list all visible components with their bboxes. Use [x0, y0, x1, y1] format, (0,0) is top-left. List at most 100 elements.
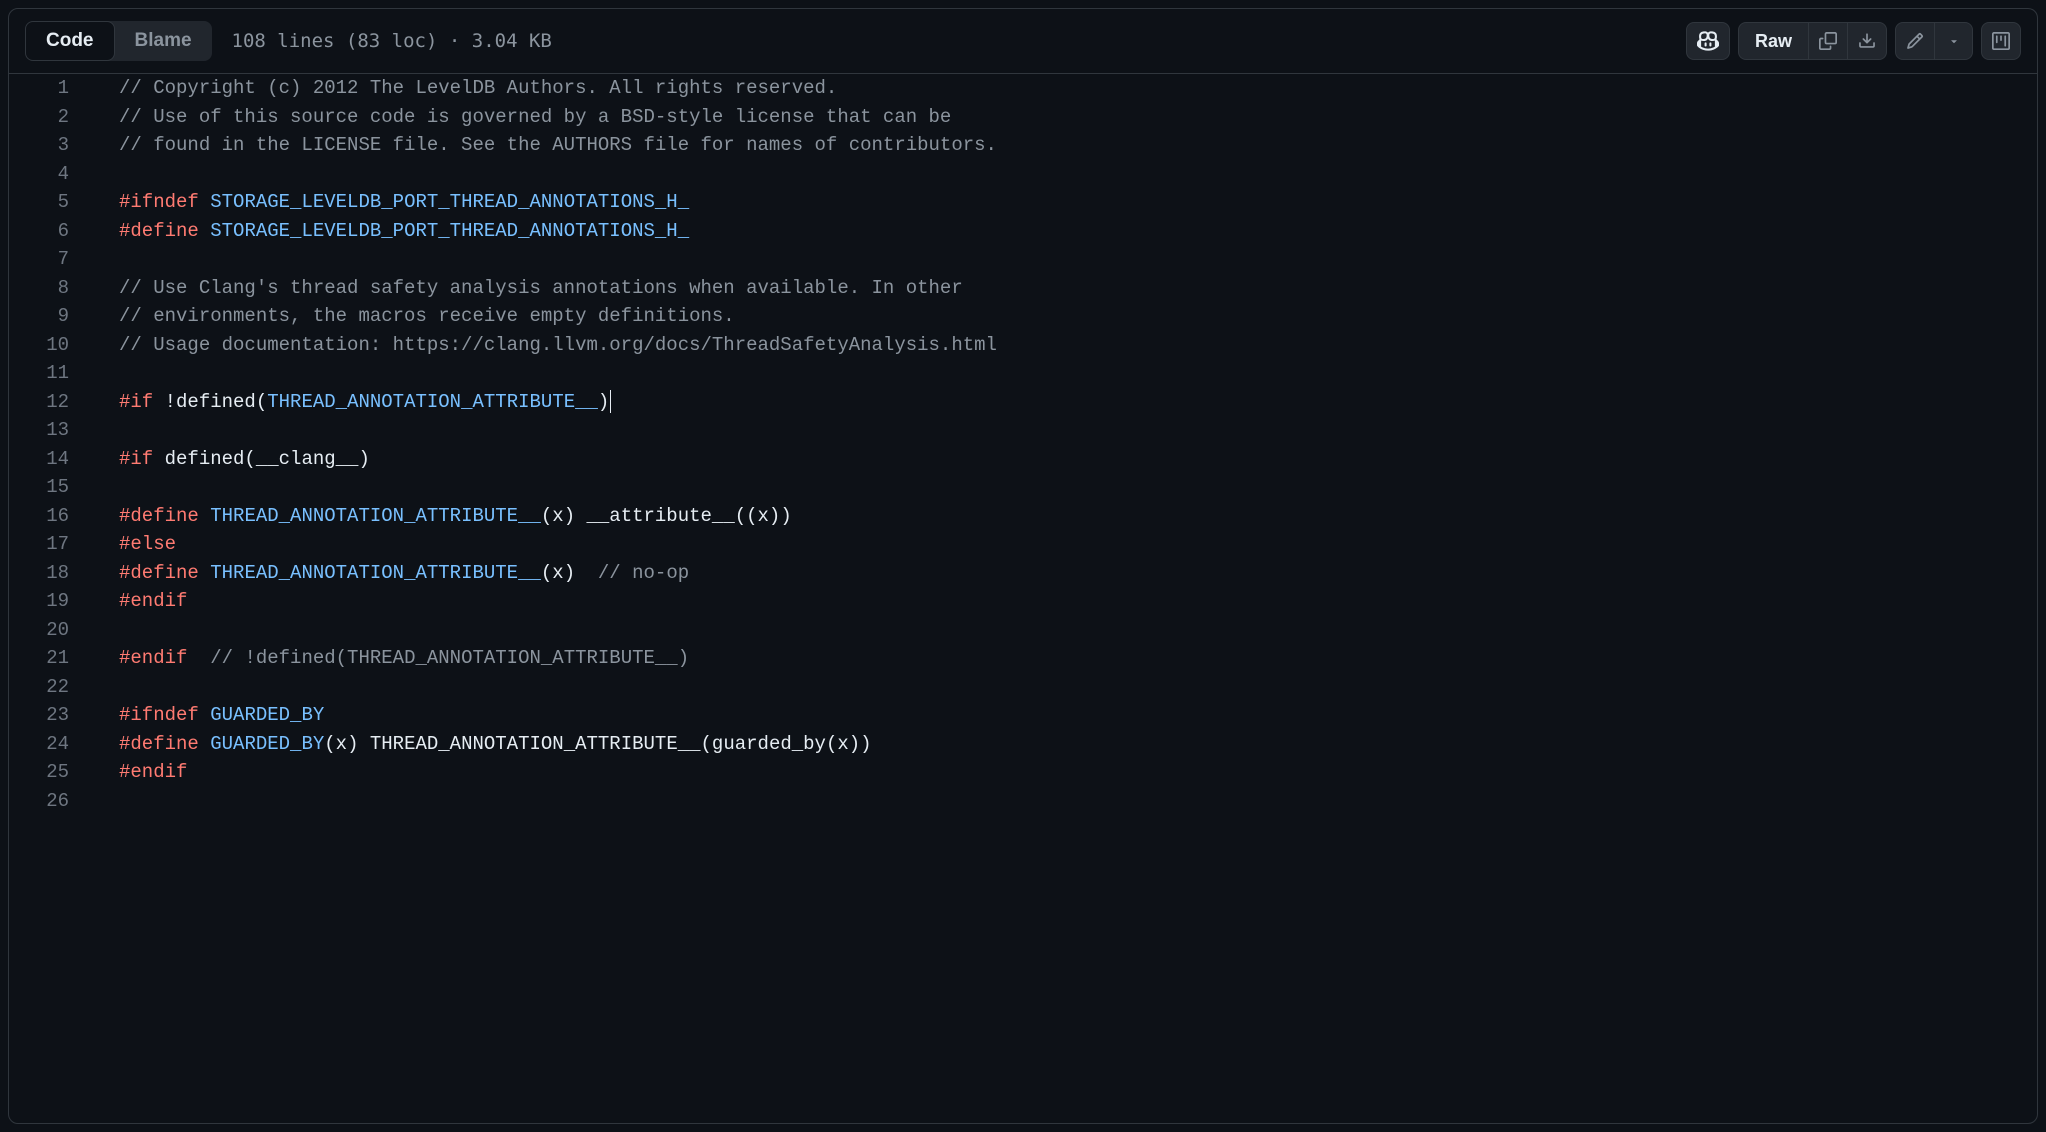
line-number[interactable]: 19 [9, 587, 99, 616]
code-content[interactable]: 1// Copyright (c) 2012 The LevelDB Autho… [9, 74, 2037, 1123]
code-line[interactable]: 8// Use Clang's thread safety analysis a… [9, 274, 2037, 303]
line-content [99, 245, 119, 274]
line-number[interactable]: 10 [9, 331, 99, 360]
symbols-button[interactable] [1981, 22, 2021, 60]
line-content: #define GUARDED_BY(x) THREAD_ANNOTATION_… [99, 730, 872, 759]
line-content [99, 673, 119, 702]
line-content: #endif [99, 758, 187, 787]
code-line[interactable]: 15 [9, 473, 2037, 502]
code-line[interactable]: 7 [9, 245, 2037, 274]
file-info-text: 108 lines (83 loc) · 3.04 KB [232, 30, 552, 52]
code-line[interactable]: 11 [9, 359, 2037, 388]
code-line[interactable]: 9// environments, the macros receive emp… [9, 302, 2037, 331]
code-line[interactable]: 5#ifndef STORAGE_LEVELDB_PORT_THREAD_ANN… [9, 188, 2037, 217]
line-number[interactable]: 24 [9, 730, 99, 759]
edit-dropdown-button[interactable] [1935, 22, 1973, 60]
code-line[interactable]: 22 [9, 673, 2037, 702]
line-content: #endif [99, 587, 187, 616]
line-number[interactable]: 9 [9, 302, 99, 331]
line-content: #else [99, 530, 176, 559]
copy-icon [1819, 32, 1837, 50]
line-number[interactable]: 20 [9, 616, 99, 645]
line-number[interactable]: 4 [9, 160, 99, 189]
line-number[interactable]: 8 [9, 274, 99, 303]
line-number[interactable]: 21 [9, 644, 99, 673]
copilot-icon [1697, 30, 1719, 52]
line-content: // Usage documentation: https://clang.ll… [99, 331, 997, 360]
code-line[interactable]: 26 [9, 787, 2037, 816]
code-line[interactable]: 21#endif // !defined(THREAD_ANNOTATION_A… [9, 644, 2037, 673]
line-content: // Use of this source code is governed b… [99, 103, 951, 132]
line-number[interactable]: 26 [9, 787, 99, 816]
raw-group: Raw [1738, 22, 1887, 60]
line-number[interactable]: 7 [9, 245, 99, 274]
line-content: #if !defined(THREAD_ANNOTATION_ATTRIBUTE… [99, 388, 611, 417]
line-number[interactable]: 6 [9, 217, 99, 246]
line-content: #define STORAGE_LEVELDB_PORT_THREAD_ANNO… [99, 217, 689, 246]
code-line[interactable]: 10// Usage documentation: https://clang.… [9, 331, 2037, 360]
view-tabs: Code Blame [25, 21, 212, 61]
line-number[interactable]: 13 [9, 416, 99, 445]
line-content: // environments, the macros receive empt… [99, 302, 735, 331]
line-number[interactable]: 15 [9, 473, 99, 502]
copy-button[interactable] [1808, 22, 1848, 60]
code-line[interactable]: 13 [9, 416, 2037, 445]
code-tab[interactable]: Code [25, 21, 115, 61]
code-line[interactable]: 24#define GUARDED_BY(x) THREAD_ANNOTATIO… [9, 730, 2037, 759]
raw-button[interactable]: Raw [1738, 22, 1808, 60]
line-content: // found in the LICENSE file. See the AU… [99, 131, 997, 160]
code-line[interactable]: 12#if !defined(THREAD_ANNOTATION_ATTRIBU… [9, 388, 2037, 417]
pencil-icon [1906, 32, 1924, 50]
chevron-down-icon [1948, 35, 1960, 47]
code-line[interactable]: 1// Copyright (c) 2012 The LevelDB Autho… [9, 74, 2037, 103]
code-line[interactable]: 2// Use of this source code is governed … [9, 103, 2037, 132]
line-number[interactable]: 22 [9, 673, 99, 702]
code-line[interactable]: 19#endif [9, 587, 2037, 616]
line-content [99, 787, 119, 816]
blame-tab[interactable]: Blame [115, 21, 212, 61]
code-line[interactable]: 3// found in the LICENSE file. See the A… [9, 131, 2037, 160]
line-number[interactable]: 11 [9, 359, 99, 388]
code-line[interactable]: 6#define STORAGE_LEVELDB_PORT_THREAD_ANN… [9, 217, 2037, 246]
line-number[interactable]: 3 [9, 131, 99, 160]
line-content [99, 616, 119, 645]
code-line[interactable]: 17#else [9, 530, 2037, 559]
code-line[interactable]: 4 [9, 160, 2037, 189]
symbols-icon [1992, 32, 2010, 50]
line-content [99, 416, 119, 445]
line-content [99, 473, 119, 502]
toolbar-actions: Raw [1686, 22, 2021, 60]
line-content [99, 359, 119, 388]
file-viewer: Code Blame 108 lines (83 loc) · 3.04 KB … [8, 8, 2038, 1124]
line-content: #define THREAD_ANNOTATION_ATTRIBUTE__(x)… [99, 502, 792, 531]
edit-button[interactable] [1895, 22, 1935, 60]
code-line[interactable]: 20 [9, 616, 2037, 645]
line-number[interactable]: 17 [9, 530, 99, 559]
line-number[interactable]: 12 [9, 388, 99, 417]
code-line[interactable]: 25#endif [9, 758, 2037, 787]
line-content: #if defined(__clang__) [99, 445, 370, 474]
line-number[interactable]: 1 [9, 74, 99, 103]
line-content: // Copyright (c) 2012 The LevelDB Author… [99, 74, 837, 103]
line-content: #define THREAD_ANNOTATION_ATTRIBUTE__(x)… [99, 559, 689, 588]
line-content: #ifndef STORAGE_LEVELDB_PORT_THREAD_ANNO… [99, 188, 689, 217]
download-icon [1858, 32, 1876, 50]
line-number[interactable]: 23 [9, 701, 99, 730]
line-number[interactable]: 18 [9, 559, 99, 588]
code-line[interactable]: 18#define THREAD_ANNOTATION_ATTRIBUTE__(… [9, 559, 2037, 588]
download-button[interactable] [1848, 22, 1887, 60]
copilot-button[interactable] [1686, 22, 1730, 60]
code-line[interactable]: 16#define THREAD_ANNOTATION_ATTRIBUTE__(… [9, 502, 2037, 531]
line-number[interactable]: 25 [9, 758, 99, 787]
line-number[interactable]: 14 [9, 445, 99, 474]
line-number[interactable]: 16 [9, 502, 99, 531]
text-cursor [610, 390, 611, 413]
line-content: #ifndef GUARDED_BY [99, 701, 324, 730]
edit-group [1895, 22, 1973, 60]
line-number[interactable]: 2 [9, 103, 99, 132]
code-line[interactable]: 23#ifndef GUARDED_BY [9, 701, 2037, 730]
line-content: // Use Clang's thread safety analysis an… [99, 274, 963, 303]
line-number[interactable]: 5 [9, 188, 99, 217]
code-line[interactable]: 14#if defined(__clang__) [9, 445, 2037, 474]
file-toolbar: Code Blame 108 lines (83 loc) · 3.04 KB … [9, 9, 2037, 74]
